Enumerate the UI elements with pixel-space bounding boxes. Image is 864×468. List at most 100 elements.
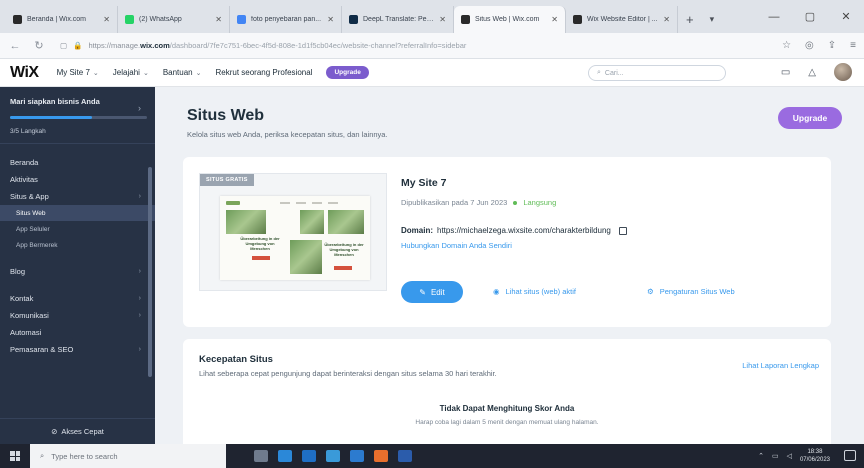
explorer-icon[interactable]	[350, 450, 364, 462]
tab-close-icon[interactable]: ✕	[439, 15, 446, 24]
site-domain: Domain: https://michaelzega.wixsite.com/…	[401, 226, 627, 235]
search-icon: ⌕	[40, 451, 45, 460]
url-field[interactable]: ▢ 🔒 https://manage.wix.com/dashboard/7fe…	[56, 37, 772, 55]
browser-tab[interactable]: (2) WhatsApp ✕	[118, 6, 230, 33]
sidebar-item-label: App Seluler	[16, 225, 50, 233]
network-icon[interactable]: ▭	[772, 452, 779, 460]
word-icon[interactable]	[398, 450, 412, 462]
site-selector[interactable]: My Site 7 ⌄	[57, 68, 99, 77]
sidebar-item[interactable]: Pemasaran & SEO ›	[0, 341, 155, 358]
address-bar: ← ↻ ▢ 🔒 https://manage.wix.com/dashboard…	[0, 33, 864, 59]
tab-title: Wix Website Editor | ...	[587, 16, 658, 23]
sidebar-item[interactable]: Beranda	[0, 154, 155, 171]
chevron-down-icon: ⌄	[142, 69, 149, 77]
browser-tab[interactable]: foto penyebaran pan... ✕	[230, 6, 342, 33]
thumb-text-right: Überarbeitung in der Umgebung von Mensch…	[324, 242, 364, 257]
sidebar-item[interactable]: Komunikasi ›	[0, 307, 155, 324]
back-icon[interactable]: ←	[8, 40, 22, 52]
site-settings-link[interactable]: ⚙ Pengaturan Situs Web	[647, 287, 735, 296]
tab-title: (2) WhatsApp	[139, 16, 182, 23]
sidebar-item[interactable]: Situs Web	[0, 205, 155, 221]
tab-favicon-icon	[237, 15, 246, 24]
sidebar-item[interactable]: Blog ›	[0, 263, 155, 280]
sidebar-item[interactable]: Kontak ›	[0, 290, 155, 307]
sidebar-item[interactable]: App Seluler	[0, 221, 155, 237]
sidebar-item[interactable]: Situs & App ›	[0, 188, 155, 205]
explore-menu[interactable]: Jelajahi ⌄	[113, 68, 149, 77]
windows-logo-icon	[10, 451, 20, 461]
sidebar-item-label: Komunikasi	[10, 311, 49, 320]
window-controls: — ▢ ✕	[756, 0, 864, 33]
promo-title: Mari siapkan bisnis Anda	[10, 97, 100, 106]
browser-tab[interactable]: Situs Web | Wix.com ✕	[454, 6, 566, 33]
browser-tab[interactable]: DeepL Translate: Pen... ✕	[342, 6, 454, 33]
search-input[interactable]: ⌕ Cari...	[588, 65, 726, 81]
setup-steps-count: 3/5 Langkah	[10, 128, 46, 135]
avatar[interactable]	[834, 63, 852, 81]
task-view-icon[interactable]	[254, 450, 268, 462]
chevron-right-icon: ›	[138, 193, 141, 200]
tab-favicon-icon	[13, 15, 22, 24]
external-link-icon[interactable]	[618, 226, 627, 235]
site-speed-card: Kecepatan Situs Lihat seberapa cepat pen…	[183, 339, 831, 459]
maximize-icon[interactable]: ▢	[792, 10, 828, 23]
score-error-title: Tidak Dapat Menghitung Skor Anda	[439, 404, 575, 413]
chevron-up-icon[interactable]: ⌃	[758, 452, 764, 460]
taskbar-search-input[interactable]: ⌕ Type here to search	[30, 444, 226, 468]
extensions-icon[interactable]: ⇪	[828, 40, 836, 51]
windows-start-button[interactable]	[0, 444, 30, 468]
full-report-link[interactable]: Lihat Laporan Lengkap	[742, 361, 819, 370]
setup-promo[interactable]: Mari siapkan bisnis Anda › 3/5 Langkah	[0, 87, 155, 144]
tab-favicon-icon	[461, 15, 470, 24]
setup-progress-bar	[10, 116, 147, 119]
reload-icon[interactable]: ↻	[32, 39, 46, 52]
upgrade-button[interactable]: Upgrade	[778, 107, 842, 129]
notification-icon[interactable]	[844, 450, 856, 461]
tab-list-icon[interactable]: ▾	[702, 14, 723, 33]
tab-close-icon[interactable]: ✕	[215, 15, 222, 24]
chat-icon[interactable]: ▭	[781, 67, 790, 78]
help-menu[interactable]: Bantuan ⌄	[163, 68, 202, 77]
tab-close-icon[interactable]: ✕	[103, 15, 110, 24]
bookmark-star-icon[interactable]: ☆	[782, 40, 791, 51]
url-host: wix.com	[140, 41, 170, 50]
tab-title: Beranda | Wix.com	[27, 16, 87, 23]
upgrade-pill-button[interactable]: Upgrade	[326, 66, 369, 79]
tab-close-icon[interactable]: ✕	[551, 15, 558, 24]
browser-tab-strip: Beranda | Wix.com ✕ (2) WhatsApp ✕ foto peny…	[0, 0, 864, 33]
sidebar-item-label: Pemasaran & SEO	[10, 345, 74, 354]
browser-tab[interactable]: Wix Website Editor | ... ✕	[566, 6, 678, 33]
close-icon[interactable]: ✕	[828, 10, 864, 23]
hire-professional-link[interactable]: Rekrut seorang Profesional	[216, 68, 313, 77]
edit-site-button[interactable]: ✎ Edit	[401, 281, 463, 303]
windows-taskbar: ⌕ Type here to search ⌃ ▭ ◁ 18:38 07/06/…	[0, 444, 864, 468]
quick-access-button[interactable]: ⊘ Akses Cepat	[0, 418, 155, 444]
sidebar: Mari siapkan bisnis Anda › 3/5 Langkah B…	[0, 87, 155, 444]
sidebar-item[interactable]: Automasi	[0, 324, 155, 341]
sidebar-scrollbar[interactable]	[148, 167, 152, 377]
tab-close-icon[interactable]: ✕	[327, 15, 334, 24]
sidebar-item[interactable]: App Bermerek	[0, 237, 155, 253]
volume-icon[interactable]: ◁	[787, 452, 792, 460]
tab-close-icon[interactable]: ✕	[663, 15, 670, 24]
edge-icon[interactable]	[278, 450, 292, 462]
view-live-site-link[interactable]: ◉ Lihat situs (web) aktif	[493, 287, 576, 296]
minimize-icon[interactable]: —	[756, 11, 792, 23]
mail-icon[interactable]	[326, 450, 340, 462]
site-published-info: Dipublikasikan pada 7 Jun 2023 Langsung	[401, 198, 557, 207]
wix-logo[interactable]: WiX	[10, 64, 39, 82]
sidebar-item[interactable]: Aktivitas	[0, 171, 155, 188]
url-prefix: https://manage.	[88, 41, 141, 50]
score-error-message: Harap coba lagi dalam 5 menit dengan mem…	[415, 419, 599, 426]
store-icon[interactable]	[302, 450, 316, 462]
clock[interactable]: 18:38 07/06/2023	[800, 448, 830, 464]
pocket-icon[interactable]: ◎	[805, 40, 814, 51]
firefox-icon[interactable]	[374, 450, 388, 462]
bell-icon[interactable]: △	[808, 67, 816, 78]
new-tab-button[interactable]: +	[678, 12, 702, 33]
browser-tab[interactable]: Beranda | Wix.com ✕	[6, 6, 118, 33]
menu-icon[interactable]: ≡	[850, 40, 856, 51]
site-thumbnail[interactable]: Überarbeitung in der Umgebung von Mensch…	[199, 173, 387, 291]
connect-domain-link[interactable]: Hubungkan Domain Anda Sendiri	[401, 241, 512, 250]
eye-icon: ◉	[493, 287, 500, 296]
